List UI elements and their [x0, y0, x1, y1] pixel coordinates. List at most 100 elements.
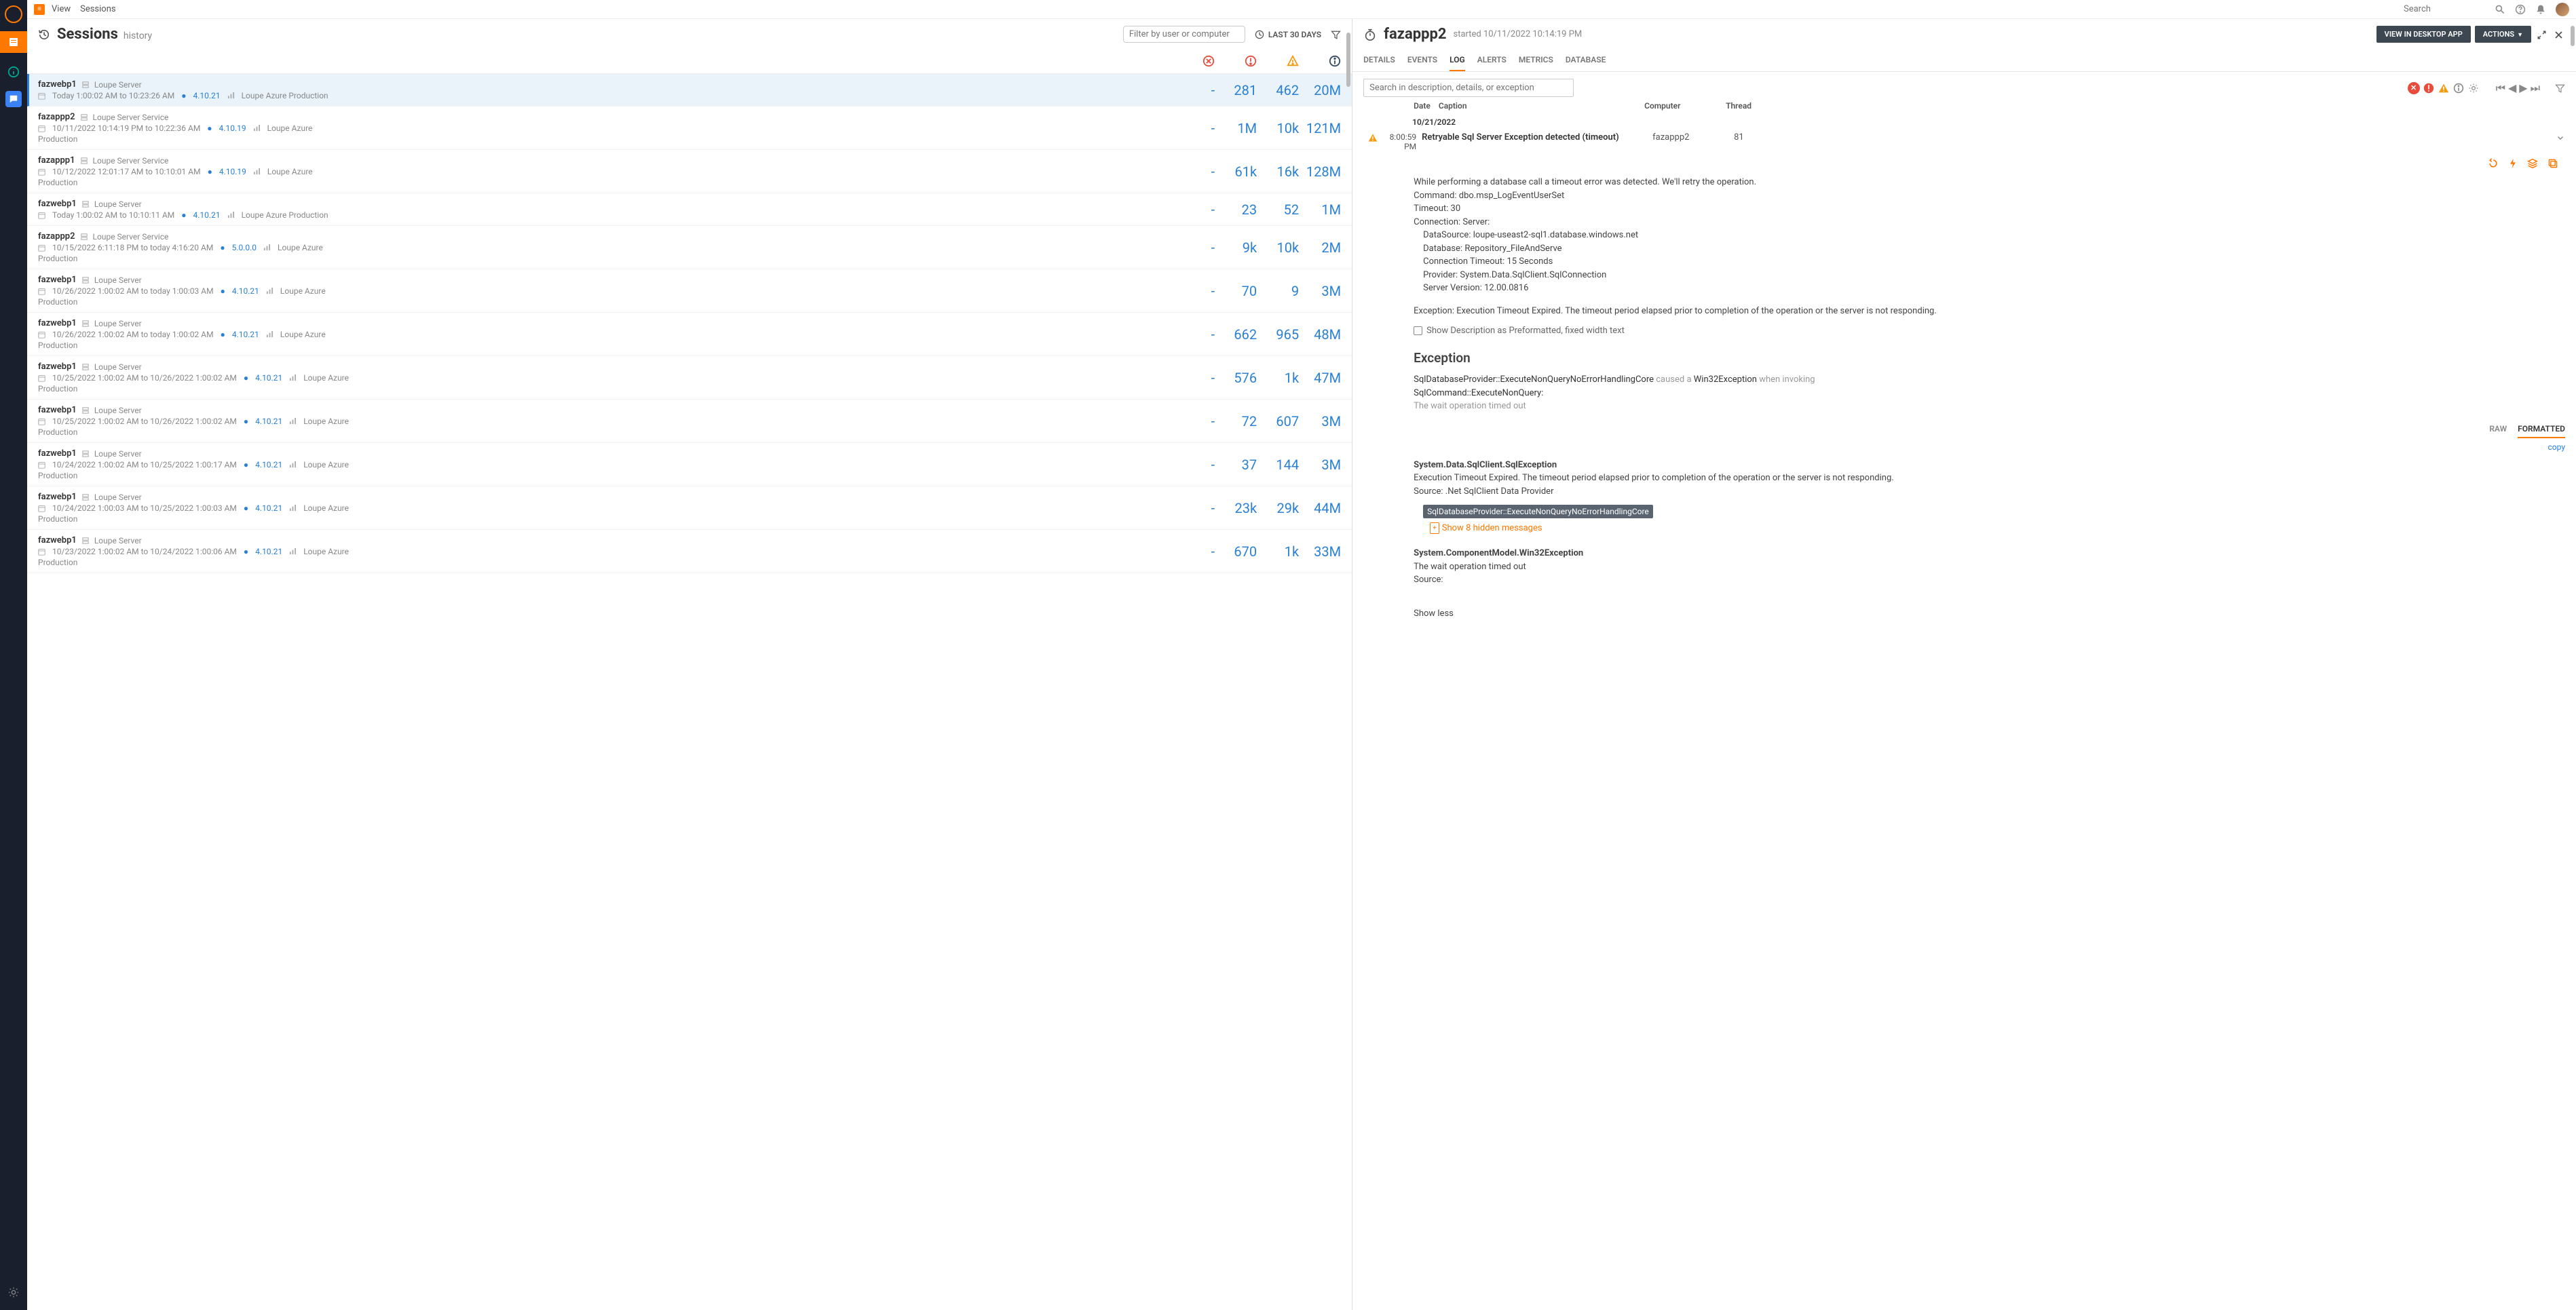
avatar[interactable]: [2556, 3, 2569, 16]
show-less-link[interactable]: Show less: [1414, 607, 2565, 621]
session-host: fazwebp1: [38, 362, 77, 372]
server-icon: [81, 232, 88, 241]
tab-log[interactable]: LOG: [1450, 50, 1465, 71]
detail-tabs: DETAILS EVENTS LOG ALERTS METRICS DATABASE: [1352, 50, 2576, 72]
session-row[interactable]: fazappp2 Loupe Server Service 10/11/2022…: [27, 107, 1352, 150]
server-icon: [82, 406, 89, 415]
version-dot: ●: [220, 243, 225, 252]
tab-formatted[interactable]: FORMATTED: [2518, 423, 2565, 438]
action-copy-icon[interactable]: [2547, 157, 2558, 169]
session-app: Loupe Server: [94, 362, 142, 372]
view-desktop-button[interactable]: VIEW IN DESKTOP APP: [2376, 26, 2471, 43]
log-filter-icon[interactable]: [2555, 81, 2565, 94]
session-row[interactable]: fazwebp1 Loupe Server 10/26/2022 1:00:02…: [27, 313, 1352, 356]
action-replay-icon[interactable]: [2488, 157, 2499, 169]
session-c3: 9: [1257, 283, 1299, 299]
menu-view[interactable]: View: [52, 4, 71, 14]
log-entry[interactable]: 8:00:59 PM Retryable Sql Server Exceptio…: [1363, 130, 2565, 154]
session-c3: 16k: [1257, 163, 1299, 180]
entry-thread: 81: [1734, 132, 2556, 151]
session-version: 4.10.21: [255, 373, 282, 383]
close-icon[interactable]: [2552, 26, 2565, 42]
tab-alerts[interactable]: ALERTS: [1477, 50, 1507, 71]
session-row[interactable]: fazwebp1 Loupe Server Today 1:00:02 AM t…: [27, 74, 1352, 107]
calendar-icon: [38, 243, 45, 252]
menu-sessions[interactable]: Sessions: [80, 4, 116, 14]
topbar: ≡ View Sessions: [27, 0, 2576, 19]
chart-icon: [227, 211, 235, 218]
filter-input-wrap[interactable]: [1123, 26, 1245, 43]
tab-database[interactable]: DATABASE: [1566, 50, 1606, 71]
log-col-header: DateCaption Computer Thread: [1352, 101, 2576, 115]
nav-sessions-icon[interactable]: [0, 31, 27, 53]
level-error-icon[interactable]: ✕: [2408, 82, 2420, 94]
session-host: fazappp2: [38, 112, 75, 122]
nav-chat-icon[interactable]: [5, 91, 22, 107]
help-icon[interactable]: [2515, 4, 2526, 15]
global-search-input[interactable]: [2404, 4, 2485, 14]
session-row[interactable]: fazappp2 Loupe Server Service 10/15/2022…: [27, 226, 1352, 269]
tab-raw[interactable]: RAW: [2489, 423, 2507, 438]
timerange-picker[interactable]: LAST 30 DAYS: [1255, 30, 1321, 39]
session-c4: 48M: [1299, 326, 1341, 343]
calendar-icon: [38, 503, 45, 513]
entry-computer: fazappp2: [1652, 132, 1734, 151]
session-row[interactable]: fazwebp1 Loupe Server 10/26/2022 1:00:02…: [27, 269, 1352, 313]
session-time: 10/23/2022 1:00:02 AM to 10/24/2022 1:00…: [52, 547, 237, 556]
level-critical-icon[interactable]: [2421, 81, 2436, 96]
session-row[interactable]: fazappp1 Loupe Server Service 10/12/2022…: [27, 150, 1352, 193]
nav-info-icon[interactable]: [3, 61, 24, 83]
session-c3: 1k: [1257, 370, 1299, 386]
server-icon: [81, 156, 88, 165]
session-row[interactable]: fazwebp1 Loupe Server 10/25/2022 1:00:02…: [27, 400, 1352, 443]
version-dot: ●: [244, 547, 248, 556]
level-info-icon[interactable]: [2451, 81, 2466, 96]
bell-icon[interactable]: [2535, 4, 2546, 15]
scrollbar[interactable]: [1345, 19, 1352, 1310]
entry-severity-icon: [1363, 132, 1382, 151]
session-c2: 662: [1215, 326, 1257, 343]
tab-metrics[interactable]: METRICS: [1519, 50, 1553, 71]
session-host: fazappp2: [38, 231, 75, 242]
nav-prev-icon[interactable]: ◀: [2508, 81, 2516, 95]
nav-settings-icon[interactable]: [3, 1282, 24, 1303]
level-warning-icon[interactable]: [2436, 81, 2451, 96]
filter-input[interactable]: [1129, 29, 1242, 39]
nav-last-icon[interactable]: ⏭: [2531, 81, 2540, 95]
level-settings-icon[interactable]: [2466, 81, 2481, 96]
format-tabs: RAW FORMATTED: [1414, 423, 2565, 438]
expand-icon[interactable]: [2535, 26, 2548, 42]
show-hidden-link[interactable]: +Show 8 hidden messages: [1430, 522, 1542, 535]
session-version: 4.10.19: [219, 123, 246, 133]
copy-link[interactable]: copy: [1414, 441, 2565, 453]
session-row[interactable]: fazwebp1 Loupe Server 10/24/2022 1:00:02…: [27, 443, 1352, 486]
search-icon[interactable]: [2495, 4, 2505, 15]
filter-icon[interactable]: [1331, 28, 1341, 41]
session-time: 10/26/2022 1:00:02 AM to today 1:00:03 A…: [52, 286, 214, 296]
scrollbar[interactable]: [2569, 19, 2576, 1310]
calendar-icon: [38, 460, 45, 469]
nav-home-icon[interactable]: [5, 5, 22, 23]
session-c3: 29k: [1257, 500, 1299, 516]
tab-details[interactable]: DETAILS: [1363, 50, 1395, 71]
calendar-icon: [38, 547, 45, 556]
actions-button[interactable]: ACTIONS▼: [2475, 26, 2531, 43]
tab-events[interactable]: EVENTS: [1407, 50, 1437, 71]
session-env: Loupe Azure: [303, 547, 349, 556]
session-row[interactable]: fazwebp1 Loupe Server 10/25/2022 1:00:02…: [27, 356, 1352, 400]
nav-first-icon[interactable]: ⏮: [2496, 81, 2505, 95]
session-c3: 462: [1257, 82, 1299, 98]
preformatted-checkbox[interactable]: Show Description as Preformatted, fixed …: [1414, 324, 2565, 338]
chevron-down-icon[interactable]: [2556, 132, 2565, 151]
session-row[interactable]: fazwebp1 Loupe Server 10/23/2022 1:00:02…: [27, 530, 1352, 573]
stack-2: System.ComponentModel.Win32Exception The…: [1414, 547, 2565, 587]
server-icon: [82, 275, 89, 284]
session-row[interactable]: fazwebp1 Loupe Server Today 1:00:02 AM t…: [27, 193, 1352, 226]
session-row[interactable]: fazwebp1 Loupe Server 10/24/2022 1:00:03…: [27, 486, 1352, 530]
action-stack-icon[interactable]: [2527, 157, 2538, 169]
nav-next-icon[interactable]: ▶: [2519, 81, 2527, 95]
session-c1: -: [1173, 543, 1215, 560]
action-bolt-icon[interactable]: [2508, 157, 2518, 169]
session-c4: 44M: [1299, 500, 1341, 516]
log-search-input[interactable]: [1363, 79, 1574, 97]
